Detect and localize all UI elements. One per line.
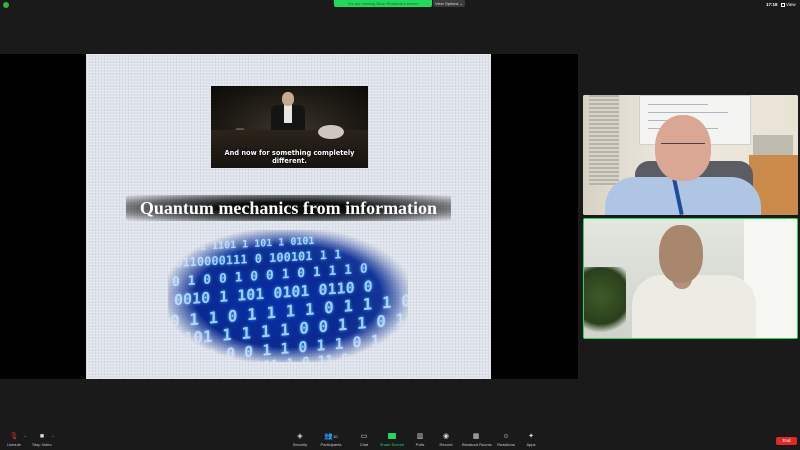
security-button[interactable]: ◈ Security bbox=[286, 432, 314, 447]
end-meeting-button[interactable]: End bbox=[776, 437, 797, 445]
breakout-rooms-button[interactable]: ▦ Breakout Rooms bbox=[462, 432, 492, 447]
presentation-slide: And now for something completely differe… bbox=[86, 54, 491, 379]
top-bar: You are viewing Brian Bhattarai's screen… bbox=[0, 0, 800, 10]
view-button-label: View bbox=[786, 2, 796, 7]
participants-count: 10 bbox=[333, 434, 338, 439]
share-screen-icon bbox=[378, 432, 406, 442]
view-button[interactable]: View bbox=[781, 2, 796, 7]
shield-icon: ◈ bbox=[297, 433, 303, 440]
slide-title: Quantum mechanics from information bbox=[126, 195, 451, 221]
breakout-rooms-icon: ▦ bbox=[472, 433, 480, 440]
apps-button[interactable]: ✦ Apps bbox=[517, 432, 545, 447]
chevron-up-icon[interactable]: ^ bbox=[52, 434, 54, 439]
participants-label: Participants bbox=[320, 442, 342, 447]
smiley-icon: ☺ bbox=[502, 433, 510, 440]
shared-screen: And now for something completely differe… bbox=[0, 54, 578, 379]
polls-label: Polls bbox=[415, 442, 425, 447]
bar-chart-icon: ▥ bbox=[416, 433, 424, 440]
participant-video-tile[interactable] bbox=[583, 95, 798, 215]
participant-body bbox=[632, 275, 756, 338]
share-screen-label: Share Screen bbox=[379, 442, 405, 447]
glasses bbox=[661, 143, 705, 152]
meeting-timer: 17:18 bbox=[766, 2, 778, 7]
reactions-button[interactable]: ☺ Reactions bbox=[492, 432, 520, 447]
active-speaker-video-tile[interactable] bbox=[583, 218, 798, 339]
unmute-label: Unmute bbox=[6, 442, 21, 447]
plant bbox=[584, 267, 626, 338]
still-pig bbox=[318, 125, 344, 139]
participant-body bbox=[605, 177, 761, 215]
chevron-up-icon[interactable]: ^ bbox=[24, 434, 26, 439]
grid-view-icon bbox=[781, 2, 785, 7]
apps-icon: ✦ bbox=[528, 433, 534, 440]
participant-head bbox=[659, 225, 703, 283]
viewing-screen-banner: You are viewing Brian Bhattarai's screen bbox=[334, 0, 432, 7]
share-screen-button[interactable]: Share Screen bbox=[378, 432, 406, 447]
stop-video-button[interactable]: ■ Stop Video ^ bbox=[28, 432, 56, 447]
movie-still-image: And now for something completely differe… bbox=[211, 86, 368, 168]
shelf-items bbox=[753, 135, 793, 155]
participants-icon: 👥10 bbox=[324, 433, 338, 440]
stop-video-label: Stop Video bbox=[32, 442, 52, 447]
image-caption: And now for something completely differe… bbox=[224, 149, 355, 165]
record-icon: ◉ bbox=[442, 433, 450, 440]
security-shield-icon[interactable] bbox=[3, 2, 9, 8]
record-button[interactable]: ◉ Record bbox=[432, 432, 460, 447]
record-label: Record bbox=[439, 442, 453, 447]
chat-button[interactable]: ▭ Chat bbox=[350, 432, 378, 447]
polls-button[interactable]: ▥ Polls bbox=[406, 432, 434, 447]
still-figure-head bbox=[282, 92, 294, 106]
chat-bubble-icon: ▭ bbox=[360, 433, 368, 440]
window-blind bbox=[589, 95, 619, 185]
breakout-rooms-label: Breakout Rooms bbox=[462, 442, 492, 447]
unmute-button[interactable]: 🎙 Unmute ^ bbox=[0, 432, 28, 447]
security-label: Security bbox=[292, 442, 308, 447]
participants-button[interactable]: 👥10 Participants bbox=[317, 432, 345, 447]
apps-label: Apps bbox=[526, 442, 536, 447]
reactions-label: Reactions bbox=[497, 442, 515, 447]
meeting-toolbar: 🎙 Unmute ^ ■ Stop Video ^ ◈ Security 👥10… bbox=[0, 431, 800, 450]
view-options-button[interactable]: View Options ⌄ bbox=[433, 0, 465, 7]
still-figure-shirt bbox=[284, 105, 292, 123]
chat-label: Chat bbox=[359, 442, 369, 447]
binary-code-image: 1 1 1101 1 101 1 0101 10110000111 0 1001… bbox=[168, 230, 408, 362]
